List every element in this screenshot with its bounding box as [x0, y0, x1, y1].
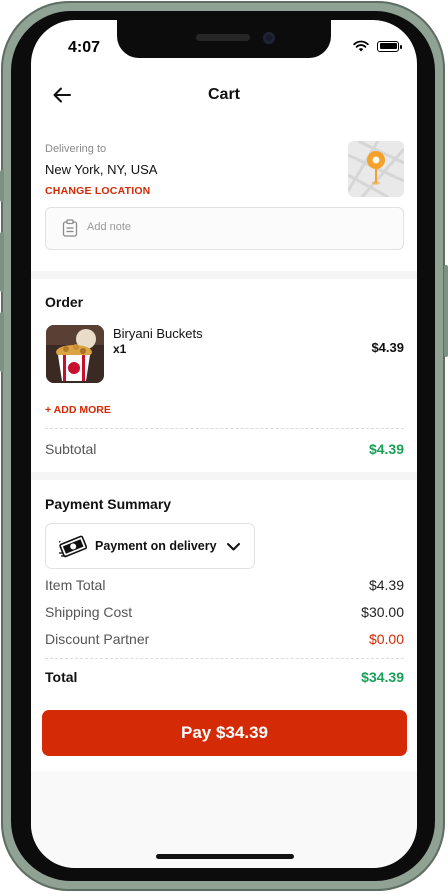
map-pin-icon [348, 141, 404, 197]
front-camera [263, 32, 275, 44]
app-screen: 4:07 Cart Delivering to New York, NY, US… [31, 20, 417, 868]
wifi-icon [353, 40, 369, 52]
payment-method-label: Payment on delivery [95, 539, 217, 553]
dashed-divider [45, 658, 404, 659]
total-label: Total [45, 669, 78, 685]
battery-icon [377, 40, 402, 52]
item-total-label: Item Total [45, 577, 106, 593]
change-location-link[interactable]: CHANGE LOCATION [45, 185, 150, 197]
notch [117, 20, 331, 58]
payment-summary-title: Payment Summary [45, 496, 172, 512]
order-section-title: Order [45, 294, 84, 310]
discount-partner-label: Discount Partner [45, 631, 150, 647]
shipping-cost-label: Shipping Cost [45, 604, 133, 620]
item-image [46, 325, 104, 383]
delivery-location: New York, NY, USA [45, 162, 158, 177]
volume-down-button [0, 312, 4, 372]
total-value: $34.39 [361, 669, 404, 685]
payment-method-dropdown[interactable]: Payment on delivery [45, 523, 255, 569]
discount-partner-value: $0.00 [368, 631, 404, 647]
cash-icon [59, 535, 87, 558]
clipboard-icon [62, 219, 78, 237]
add-note-placeholder: Add note [87, 221, 132, 233]
item-price: $4.39 [371, 340, 404, 355]
pay-button[interactable]: Pay $34.39 [42, 710, 407, 756]
map-thumbnail[interactable] [348, 141, 404, 197]
status-icons [353, 40, 402, 52]
subtotal-label: Subtotal [45, 441, 97, 457]
section-divider [31, 271, 417, 279]
chevron-down-icon [227, 543, 240, 551]
status-time: 4:07 [68, 39, 101, 56]
section-divider [31, 472, 417, 480]
dashed-divider [45, 428, 404, 429]
volume-up-button [0, 232, 4, 292]
power-button [444, 265, 448, 357]
speaker-grille [196, 34, 250, 41]
item-total-value: $4.39 [368, 577, 404, 593]
mute-switch [0, 170, 4, 202]
subtotal-value: $4.39 [368, 441, 404, 457]
add-note-field[interactable]: Add note [45, 207, 404, 250]
delivering-to-label: Delivering to [45, 143, 107, 155]
shipping-cost-value: $30.00 [361, 604, 404, 620]
page-title: Cart [207, 86, 240, 103]
item-quantity: x1 [113, 342, 127, 356]
item-name: Biryani Buckets [113, 326, 203, 341]
add-more-link[interactable]: + ADD MORE [45, 404, 111, 416]
home-indicator [156, 854, 294, 859]
